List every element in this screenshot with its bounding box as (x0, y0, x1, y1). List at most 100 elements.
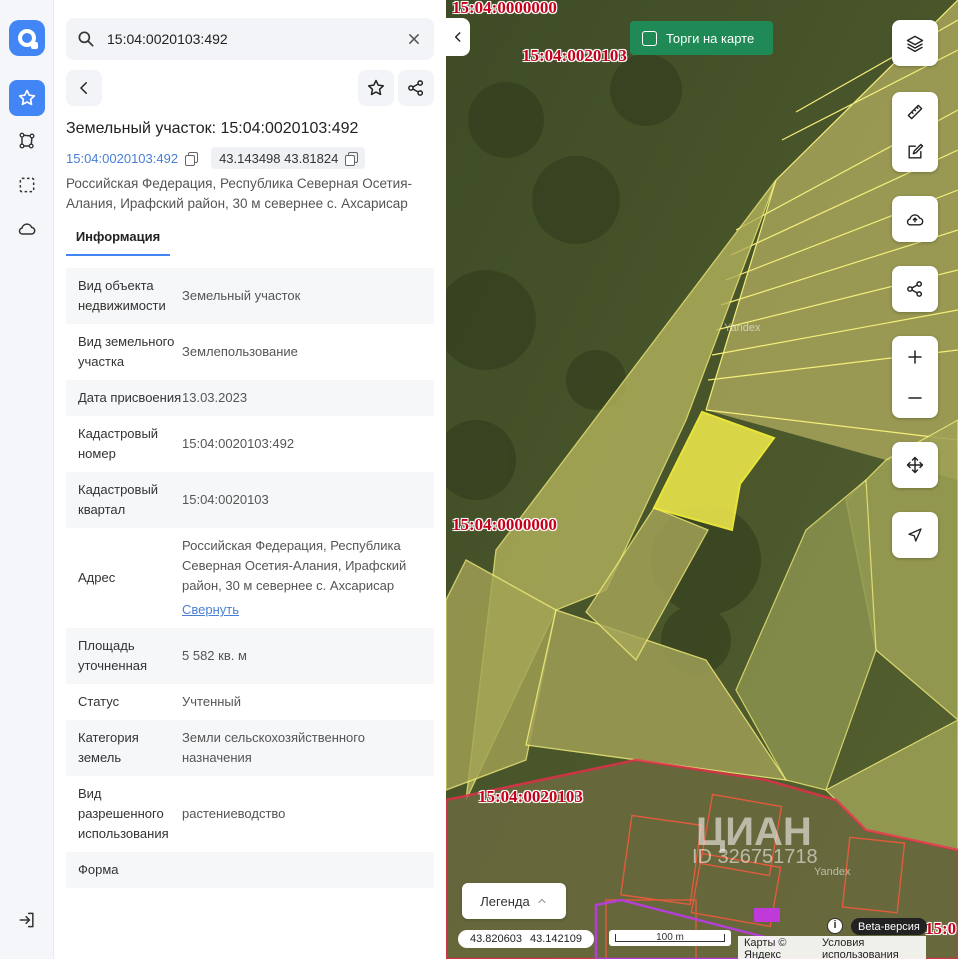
property-value: Учтенный (182, 692, 434, 712)
property-key: Вид объекта недвижимости (78, 278, 166, 313)
property-row: Категория земель Земли сельскохозяйственн… (66, 720, 434, 776)
zoom-out-button[interactable] (892, 377, 938, 418)
zoom-control (892, 336, 938, 418)
layers-control (892, 20, 938, 66)
property-key: Кадастровый квартал (78, 482, 159, 517)
property-key: Вид разрешенного использования (78, 786, 169, 841)
star-icon (367, 79, 385, 96)
property-value: Российская Федерация, Республика Северна… (182, 536, 434, 620)
pan-button[interactable] (892, 442, 938, 488)
property-row: Кадастровый квартал 15:04:0020103 (66, 472, 434, 528)
property-row: Вид объекта недвижимости Земельный участо… (66, 268, 434, 324)
property-value (182, 860, 434, 880)
yandex-copyright[interactable]: Карты © Яндекс (738, 936, 816, 959)
logout-icon[interactable] (9, 902, 45, 938)
auctions-checkbox[interactable] (642, 30, 657, 46)
ruler-button[interactable] (892, 92, 938, 132)
upload-button[interactable] (892, 196, 938, 242)
search-input[interactable] (107, 31, 397, 47)
property-key: Форма (78, 862, 119, 877)
property-value: Землепользование (182, 332, 434, 372)
property-key: Статус (78, 694, 120, 709)
property-key: Адрес (78, 570, 116, 585)
edit-button[interactable] (892, 132, 938, 172)
map-share-button[interactable] (892, 266, 938, 312)
parcel-title: Земельный участок: 15:04:0020103:492 (66, 120, 359, 137)
property-value-text: Землепользование (182, 344, 298, 359)
terms-link[interactable]: Условия использования (816, 936, 926, 959)
favorite-button[interactable] (358, 70, 394, 106)
property-value: 5 582 кв. м (182, 636, 434, 676)
property-value-text: Учтенный (182, 694, 242, 709)
map-view[interactable]: Yandex Yandex ЦИАН ID 326751718 (446, 0, 958, 959)
collapse-address-link[interactable]: Свернуть (182, 600, 434, 620)
edit-icon (908, 143, 924, 159)
search-icon (78, 31, 94, 47)
zoom-in-button[interactable] (892, 336, 938, 377)
parcel-ids-row: 15:04:0020103:492 43.143498 43.81824 (66, 147, 366, 169)
auctions-toggle[interactable]: Торги на карте (630, 21, 773, 55)
cad-number-link[interactable]: 15:04:0020103:492 (66, 151, 178, 166)
quarter-label-mid: 15:04:0000000 (452, 515, 557, 534)
beta-badge: Beta-версия (851, 918, 927, 935)
property-value-text: Российская Федерация, Республика Северна… (182, 538, 407, 593)
locate-control (892, 512, 938, 558)
chevron-up-icon (538, 898, 546, 904)
property-row: Адрес Российская Федерация, Республика Се… (66, 528, 434, 628)
copy-cad-icon[interactable] (185, 152, 199, 166)
navigation-arrow-icon (908, 528, 922, 542)
property-value-text: 15:04:0020103:492 (182, 436, 295, 451)
property-value: 13.03.2023 (182, 388, 434, 408)
move-icon (906, 456, 924, 474)
property-value-text: Земли сельскохозяйственного назначения (182, 730, 365, 765)
share-icon (907, 281, 923, 297)
property-key: Кадастровый номер (78, 426, 159, 461)
legend-label: Легенда (480, 893, 530, 909)
auctions-label: Торги на карте (666, 30, 755, 46)
property-row: Форма (66, 852, 434, 888)
share-icon (408, 80, 424, 96)
select-area-icon[interactable] (9, 167, 45, 203)
cloud-icon[interactable] (9, 211, 45, 247)
property-row: Вид разрешенного использования растениево… (66, 776, 434, 852)
quarter-label-bottom: 15:04:0020103 (478, 787, 583, 806)
app-logo[interactable] (9, 20, 45, 56)
coords-chip[interactable]: 43.143498 43.81824 (211, 147, 366, 169)
locate-button[interactable] (892, 512, 938, 558)
coords-value: 43.143498 43.81824 (219, 150, 339, 166)
property-row: Кадастровый номер 15:04:0020103:492 (66, 416, 434, 472)
chevron-left-icon (80, 82, 87, 94)
draw-controls (892, 92, 938, 172)
property-value: Земельный участок (182, 276, 434, 316)
property-row: Вид земельного участка Землепользование (66, 324, 434, 380)
share-button[interactable] (398, 70, 434, 106)
quarter-label-top-2: 15:04:0020103 (522, 46, 627, 65)
properties-table: Вид объекта недвижимости Земельный участо… (66, 268, 434, 888)
polygon-tool-icon[interactable] (9, 123, 45, 159)
back-button[interactable] (66, 70, 102, 106)
collapse-panel-button[interactable] (446, 18, 470, 56)
quarter-label-top: 15:04:0000000 (452, 0, 557, 17)
upload-control (892, 196, 938, 242)
copy-coords-icon[interactable] (345, 152, 359, 166)
cian-id-watermark: ID 326751718 (692, 846, 818, 868)
minus-icon (908, 396, 922, 399)
legend-button[interactable]: Легенда (462, 883, 566, 919)
info-icon[interactable]: i (827, 918, 843, 934)
parcel-address: Российская Федерация, Республика Северна… (66, 176, 413, 211)
parcel-panel: Земельный участок: 15:04:0020103:492 15:… (54, 0, 446, 959)
property-row: Площадь уточненная 5 582 кв. м (66, 628, 434, 684)
property-row: Статус Учтенный (66, 684, 434, 720)
quarter-label-edge: 15:0 (925, 919, 957, 938)
clear-search-icon[interactable] (404, 29, 424, 49)
layers-button[interactable] (892, 20, 938, 66)
cursor-coords: 43.820603 43.142109 (458, 930, 594, 948)
property-row: Дата присвоения 13.03.2023 (66, 380, 434, 416)
cursor-lon: 43.820603 (470, 933, 522, 945)
property-value: 15:04:0020103:492 (182, 424, 434, 464)
property-value-text: 5 582 кв. м (182, 648, 247, 663)
pan-control (892, 442, 938, 488)
favorites-nav-icon[interactable] (9, 80, 45, 116)
tab-info[interactable]: Информация (66, 222, 170, 256)
property-value: 15:04:0020103 (182, 480, 434, 520)
